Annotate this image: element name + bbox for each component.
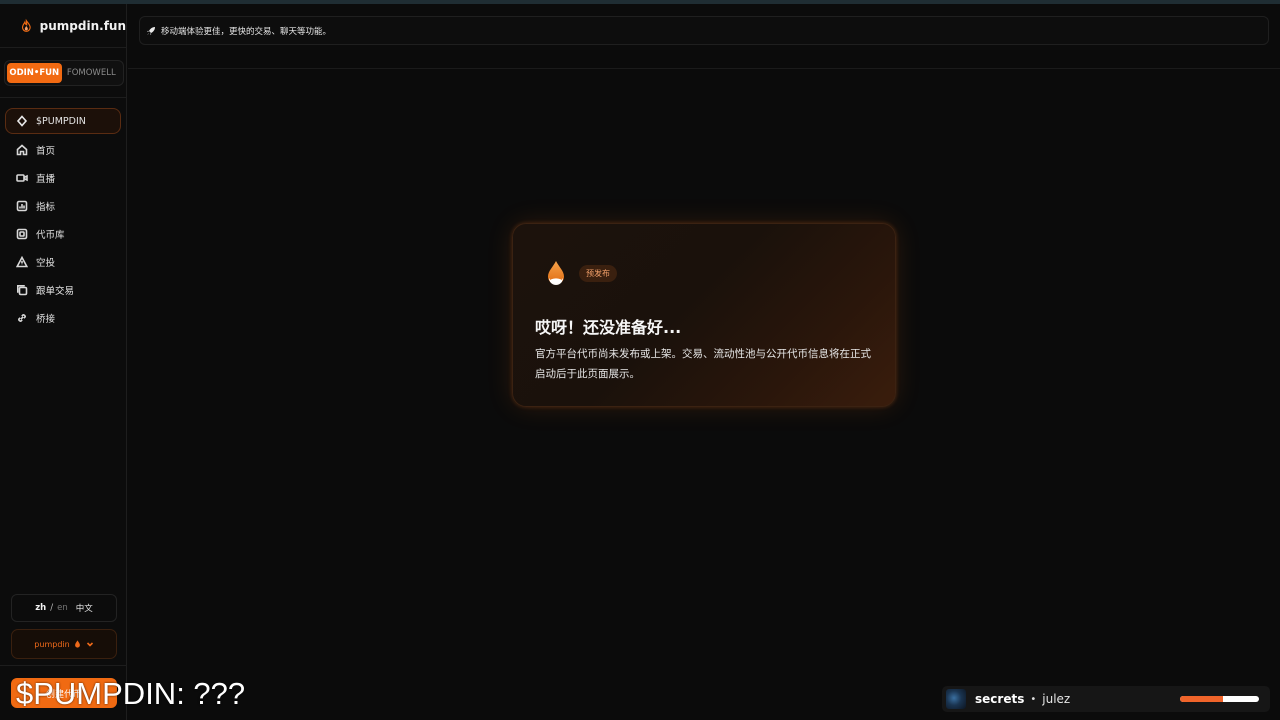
announcement-banner: 移动端体验更佳，更快的交易、聊天等功能。 (139, 16, 1269, 45)
banner-text: 移动端体验更佳，更快的交易、聊天等功能。 (161, 26, 332, 37)
card-title: 哎呀！还没准备好... (535, 318, 682, 337)
song-title: secrets (975, 692, 1025, 706)
sidebar: pumpdin.fun ODIN•FUN FOMOWELL $PUMPDIN 首… (0, 4, 127, 720)
language-separator: / (50, 603, 54, 613)
song-separator: • (1030, 693, 1037, 705)
wallet-label: pumpdin (34, 639, 70, 649)
card-description: 官方平台代币尚未发布或上架。交易、流动性池与公开代币信息将在正式启动后于此页面展… (535, 348, 871, 380)
sidebar-nav: $PUMPDIN 首页 直播 指标 代币库 空投 跟单交易 桥接 (0, 98, 126, 332)
status-badge: 预发布 (579, 264, 617, 282)
home-icon (16, 144, 28, 156)
sidebar-item-live[interactable]: 直播 (5, 164, 121, 192)
song-artist: julez (1042, 692, 1071, 706)
app-name: pumpdin.fun (39, 18, 126, 33)
platform-option-odin-fun[interactable]: ODIN•FUN (7, 63, 62, 83)
sidebar-item-label: $PUMPDIN (36, 115, 86, 127)
sidebar-item-label: 空投 (36, 258, 56, 269)
sidebar-item-token-library[interactable]: 代币库 (5, 220, 121, 248)
token-icon (16, 228, 28, 240)
top-strip (0, 0, 1280, 4)
not-ready-card: 预发布 哎呀！还没准备好... 官方平台代币尚未发布或上架。交易、流动性池与公开… (512, 223, 896, 407)
copy-icon (17, 285, 28, 296)
chevron-down-icon (86, 642, 93, 647)
language-switcher[interactable]: zh / en 中文 (11, 594, 117, 622)
droplet-logo-icon (548, 261, 564, 285)
video-icon (16, 174, 28, 182)
language-current[interactable]: zh (35, 603, 46, 613)
price-overlay: $PUMPDIN: ??? (16, 676, 246, 711)
diamond-icon (16, 115, 28, 127)
sidebar-item-home[interactable]: 首页 (5, 136, 121, 164)
sidebar-item-label: 首页 (36, 146, 56, 157)
sidebar-item-airdrop[interactable]: 空投 (5, 248, 121, 276)
airdrop-icon (16, 256, 28, 268)
card-header: 预发布 (543, 259, 617, 287)
rocket-icon (147, 26, 155, 35)
music-player[interactable]: secrets • julez (942, 686, 1270, 712)
drop-icon (74, 640, 80, 648)
sidebar-item-label: 指标 (36, 202, 56, 213)
language-label: 中文 (75, 604, 93, 614)
sidebar-bottom-divider (0, 665, 127, 666)
playback-progress[interactable] (1180, 696, 1259, 702)
header-divider (128, 68, 1280, 69)
sidebar-item-label: 跟单交易 (36, 286, 75, 297)
sidebar-item-label: 桥接 (36, 314, 56, 325)
brand[interactable]: pumpdin.fun (0, 4, 126, 48)
playback-progress-fill (1180, 696, 1224, 702)
sidebar-item-bridge[interactable]: 桥接 (5, 304, 121, 332)
sidebar-item-copy-trading[interactable]: 跟单交易 (5, 276, 121, 304)
flame-logo-icon (21, 18, 31, 32)
link-icon (17, 313, 27, 323)
album-art (946, 689, 966, 709)
platform-switch[interactable]: ODIN•FUN FOMOWELL (4, 60, 124, 86)
chart-icon (16, 200, 28, 212)
sidebar-item-label: 代币库 (36, 230, 65, 241)
platform-option-fomowell[interactable]: FOMOWELL (62, 63, 121, 83)
sidebar-item-metrics[interactable]: 指标 (5, 192, 121, 220)
wallet-selector[interactable]: pumpdin (11, 629, 117, 659)
language-alternate[interactable]: en (57, 603, 68, 613)
sidebar-item-pumpdin[interactable]: $PUMPDIN (5, 108, 121, 134)
sidebar-item-label: 直播 (36, 174, 56, 185)
